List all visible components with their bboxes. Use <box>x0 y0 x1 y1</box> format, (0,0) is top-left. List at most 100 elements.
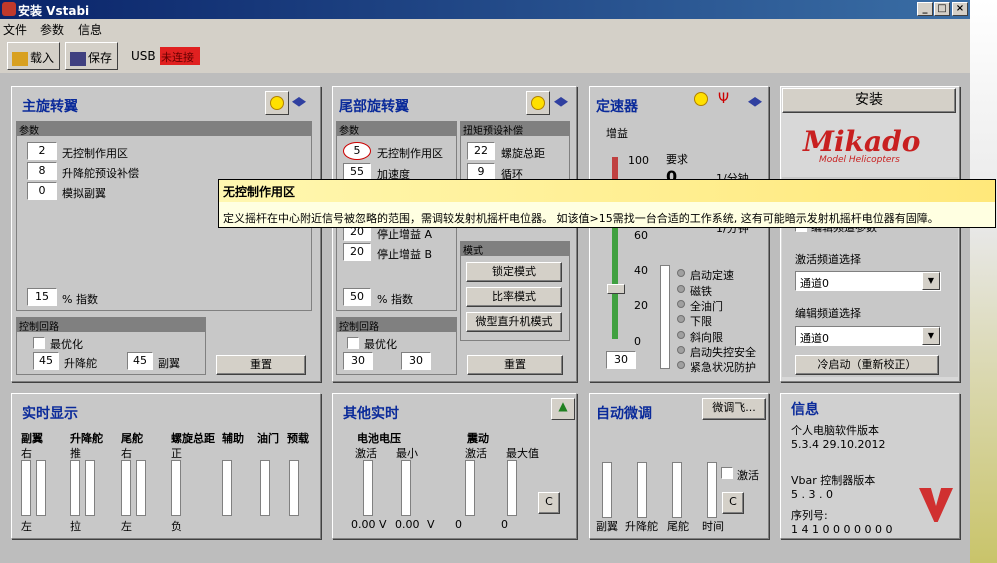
autotune-activate-checkbox[interactable] <box>721 467 733 479</box>
battery-active-bar <box>363 460 373 516</box>
stop-gain-b-label: 停止增益 B <box>377 248 433 261</box>
rt-elevator-bar-1 <box>70 460 80 516</box>
smiley-button[interactable] <box>265 91 289 115</box>
save-label: 保存 <box>88 51 113 65</box>
info-title: 信息 <box>791 402 819 418</box>
active-channel-value: 通道0 <box>800 277 829 290</box>
vibration-label: 震动 <box>467 432 489 445</box>
rt-elevator-label: 升降舵 <box>70 432 103 445</box>
elev-gain-input[interactable]: 45 <box>33 352 59 370</box>
menu-info[interactable]: 信息 <box>78 21 102 38</box>
autotune-button[interactable]: 微调飞... <box>702 398 766 420</box>
stop-gain-b-input[interactable]: 20 <box>343 243 371 261</box>
sim-ail-input[interactable]: 0 <box>27 182 57 200</box>
graph-icon[interactable]: ▲ <box>551 398 575 420</box>
tail-reset-button[interactable]: 重置 <box>467 355 563 375</box>
load-button[interactable]: 载入 <box>7 42 60 70</box>
tail-rotor-title: 尾部旋转翼 <box>339 99 409 115</box>
gain-label: 增益 <box>606 127 628 140</box>
mikado-logo: Mikado <box>803 125 921 158</box>
active-channel-select[interactable]: 通道0 ▼ <box>795 271 941 291</box>
at-rudder-bar <box>672 462 682 518</box>
cold-start-button[interactable]: 冷启动（重新校正） <box>795 355 939 375</box>
status-dot <box>677 361 685 369</box>
close-button[interactable]: × <box>952 2 968 16</box>
tail-smiley-button[interactable] <box>526 91 550 115</box>
battery-active-label: 激活 <box>355 447 377 460</box>
vibration-active-label: 激活 <box>465 447 487 460</box>
vibration-active-bar <box>465 460 475 516</box>
ail-gain-label: 副翼 <box>158 357 180 370</box>
install-button[interactable]: 安装 <box>782 88 956 113</box>
autotune-clear-button[interactable]: C <box>722 492 744 514</box>
chevron-down-icon[interactable]: ▼ <box>922 327 940 345</box>
status-emergency: 紧急状况防护 <box>690 361 756 374</box>
scale-20: 20 <box>634 299 648 312</box>
sim-ail-label: 模拟副翼 <box>62 187 106 200</box>
lock-mode-button[interactable]: 锁定模式 <box>466 262 562 282</box>
smiley-icon[interactable] <box>694 92 708 106</box>
pc-version-label: 个人电脑软件版本 <box>791 424 879 437</box>
micro-heli-mode-button[interactable]: 微型直升机模式 <box>466 312 562 332</box>
main-expo-input[interactable]: 15 <box>27 288 57 306</box>
governor-title: 定速器 <box>596 99 638 115</box>
vibration-clear-button[interactable]: C <box>538 492 560 514</box>
tail-rotor-panel: 尾部旋转翼 参数 5 无控制作用区 55 加速度 20 停止增益 A 20 停止… <box>332 86 577 382</box>
save-button[interactable]: 保存 <box>65 42 118 70</box>
vibration-max-bar <box>507 460 517 516</box>
tail-expert-hat-icon[interactable] <box>554 97 568 107</box>
rate-mode-button[interactable]: 比率模式 <box>466 287 562 307</box>
ail-gain-input[interactable]: 45 <box>127 352 153 370</box>
gain-input[interactable]: 30 <box>606 351 636 369</box>
deadband-input[interactable]: 2 <box>27 142 57 160</box>
rt-aileron-bottom: 左 <box>21 520 32 533</box>
other-realtime-panel: 其他实时 ▲ 电池电压 激活 最小 0.00 V 0.00 V 震动 激活 最大… <box>332 393 577 539</box>
tail-expo-input[interactable]: 50 <box>343 288 371 306</box>
tail-optimize-label: 最优化 <box>364 338 397 351</box>
battery-label: 电池电压 <box>357 432 401 445</box>
tail-loop-input-2[interactable]: 30 <box>401 352 431 370</box>
smiley-icon <box>270 96 284 110</box>
tail-deadband-input[interactable]: 5 <box>343 142 371 160</box>
autotune-activate-label: 激活 <box>737 469 759 482</box>
main-optimize-checkbox[interactable] <box>33 337 45 349</box>
battery-min-bar <box>401 460 411 516</box>
tooltip-text: 定义摇杆在中心附近信号被忽略的范围，需调较发射机摇杆电位器。 如该值>15需找一… <box>223 212 939 225</box>
governor-expert-hat-icon[interactable] <box>748 97 762 107</box>
at-elevator-bar <box>637 462 647 518</box>
main-params-header: 参数 <box>17 122 311 137</box>
main-reset-button[interactable]: 重置 <box>216 355 306 375</box>
autotune-button-label: 微调飞... <box>712 401 756 414</box>
edit-channel-select[interactable]: 通道0 ▼ <box>795 326 941 346</box>
rt-rudder-label: 尾舵 <box>121 432 143 445</box>
expert-hat-icon[interactable] <box>292 97 306 107</box>
rt-aileron-label: 副翼 <box>21 432 43 445</box>
status-full-throttle: 全油门 <box>690 300 723 313</box>
scope-icon[interactable]: Ψ <box>718 91 729 107</box>
rt-aux-label: 辅助 <box>222 432 244 445</box>
elev-precomp-label: 升降舵预设补偿 <box>62 167 139 180</box>
status-dot <box>677 315 685 323</box>
rt-preload-label: 预载 <box>287 432 309 445</box>
tail-expo-label: % 指数 <box>377 293 413 306</box>
tail-loop-input-1[interactable]: 30 <box>343 352 373 370</box>
autotune-title: 自动微调 <box>596 406 652 422</box>
rt-collective-bar <box>171 460 181 516</box>
status-dot <box>677 331 685 339</box>
maximize-button[interactable]: □ <box>934 2 950 16</box>
rt-collective-top: 正 <box>171 447 182 460</box>
main-rotor-title: 主旋转翼 <box>22 99 78 115</box>
governor-panel: 定速器 Ψ 增益 100 60 40 20 0 30 要求 0 1/分钟 1/分… <box>589 86 769 382</box>
gain-slider-thumb[interactable] <box>607 284 625 294</box>
autotune-panel: 自动微调 微调飞... 副翼 升降舵 尾舵 时间 激活 C <box>589 393 769 539</box>
rt-elevator-top: 推 <box>70 447 81 460</box>
tail-optimize-checkbox[interactable] <box>347 337 359 349</box>
title-bar: 安装 Vstabi _ □ × <box>0 0 970 19</box>
main-rotor-panel: 主旋转翼 参数 2 无控制作用区 8 升降舵预设补偿 0 模拟副翼 15 % 指… <box>11 86 321 382</box>
menu-file[interactable]: 文件 <box>3 21 27 38</box>
chevron-down-icon[interactable]: ▼ <box>922 272 940 290</box>
collective-comp-input[interactable]: 22 <box>467 142 495 160</box>
minimize-button[interactable]: _ <box>917 2 933 16</box>
elev-precomp-input[interactable]: 8 <box>27 162 57 180</box>
menu-params[interactable]: 参数 <box>40 21 64 38</box>
